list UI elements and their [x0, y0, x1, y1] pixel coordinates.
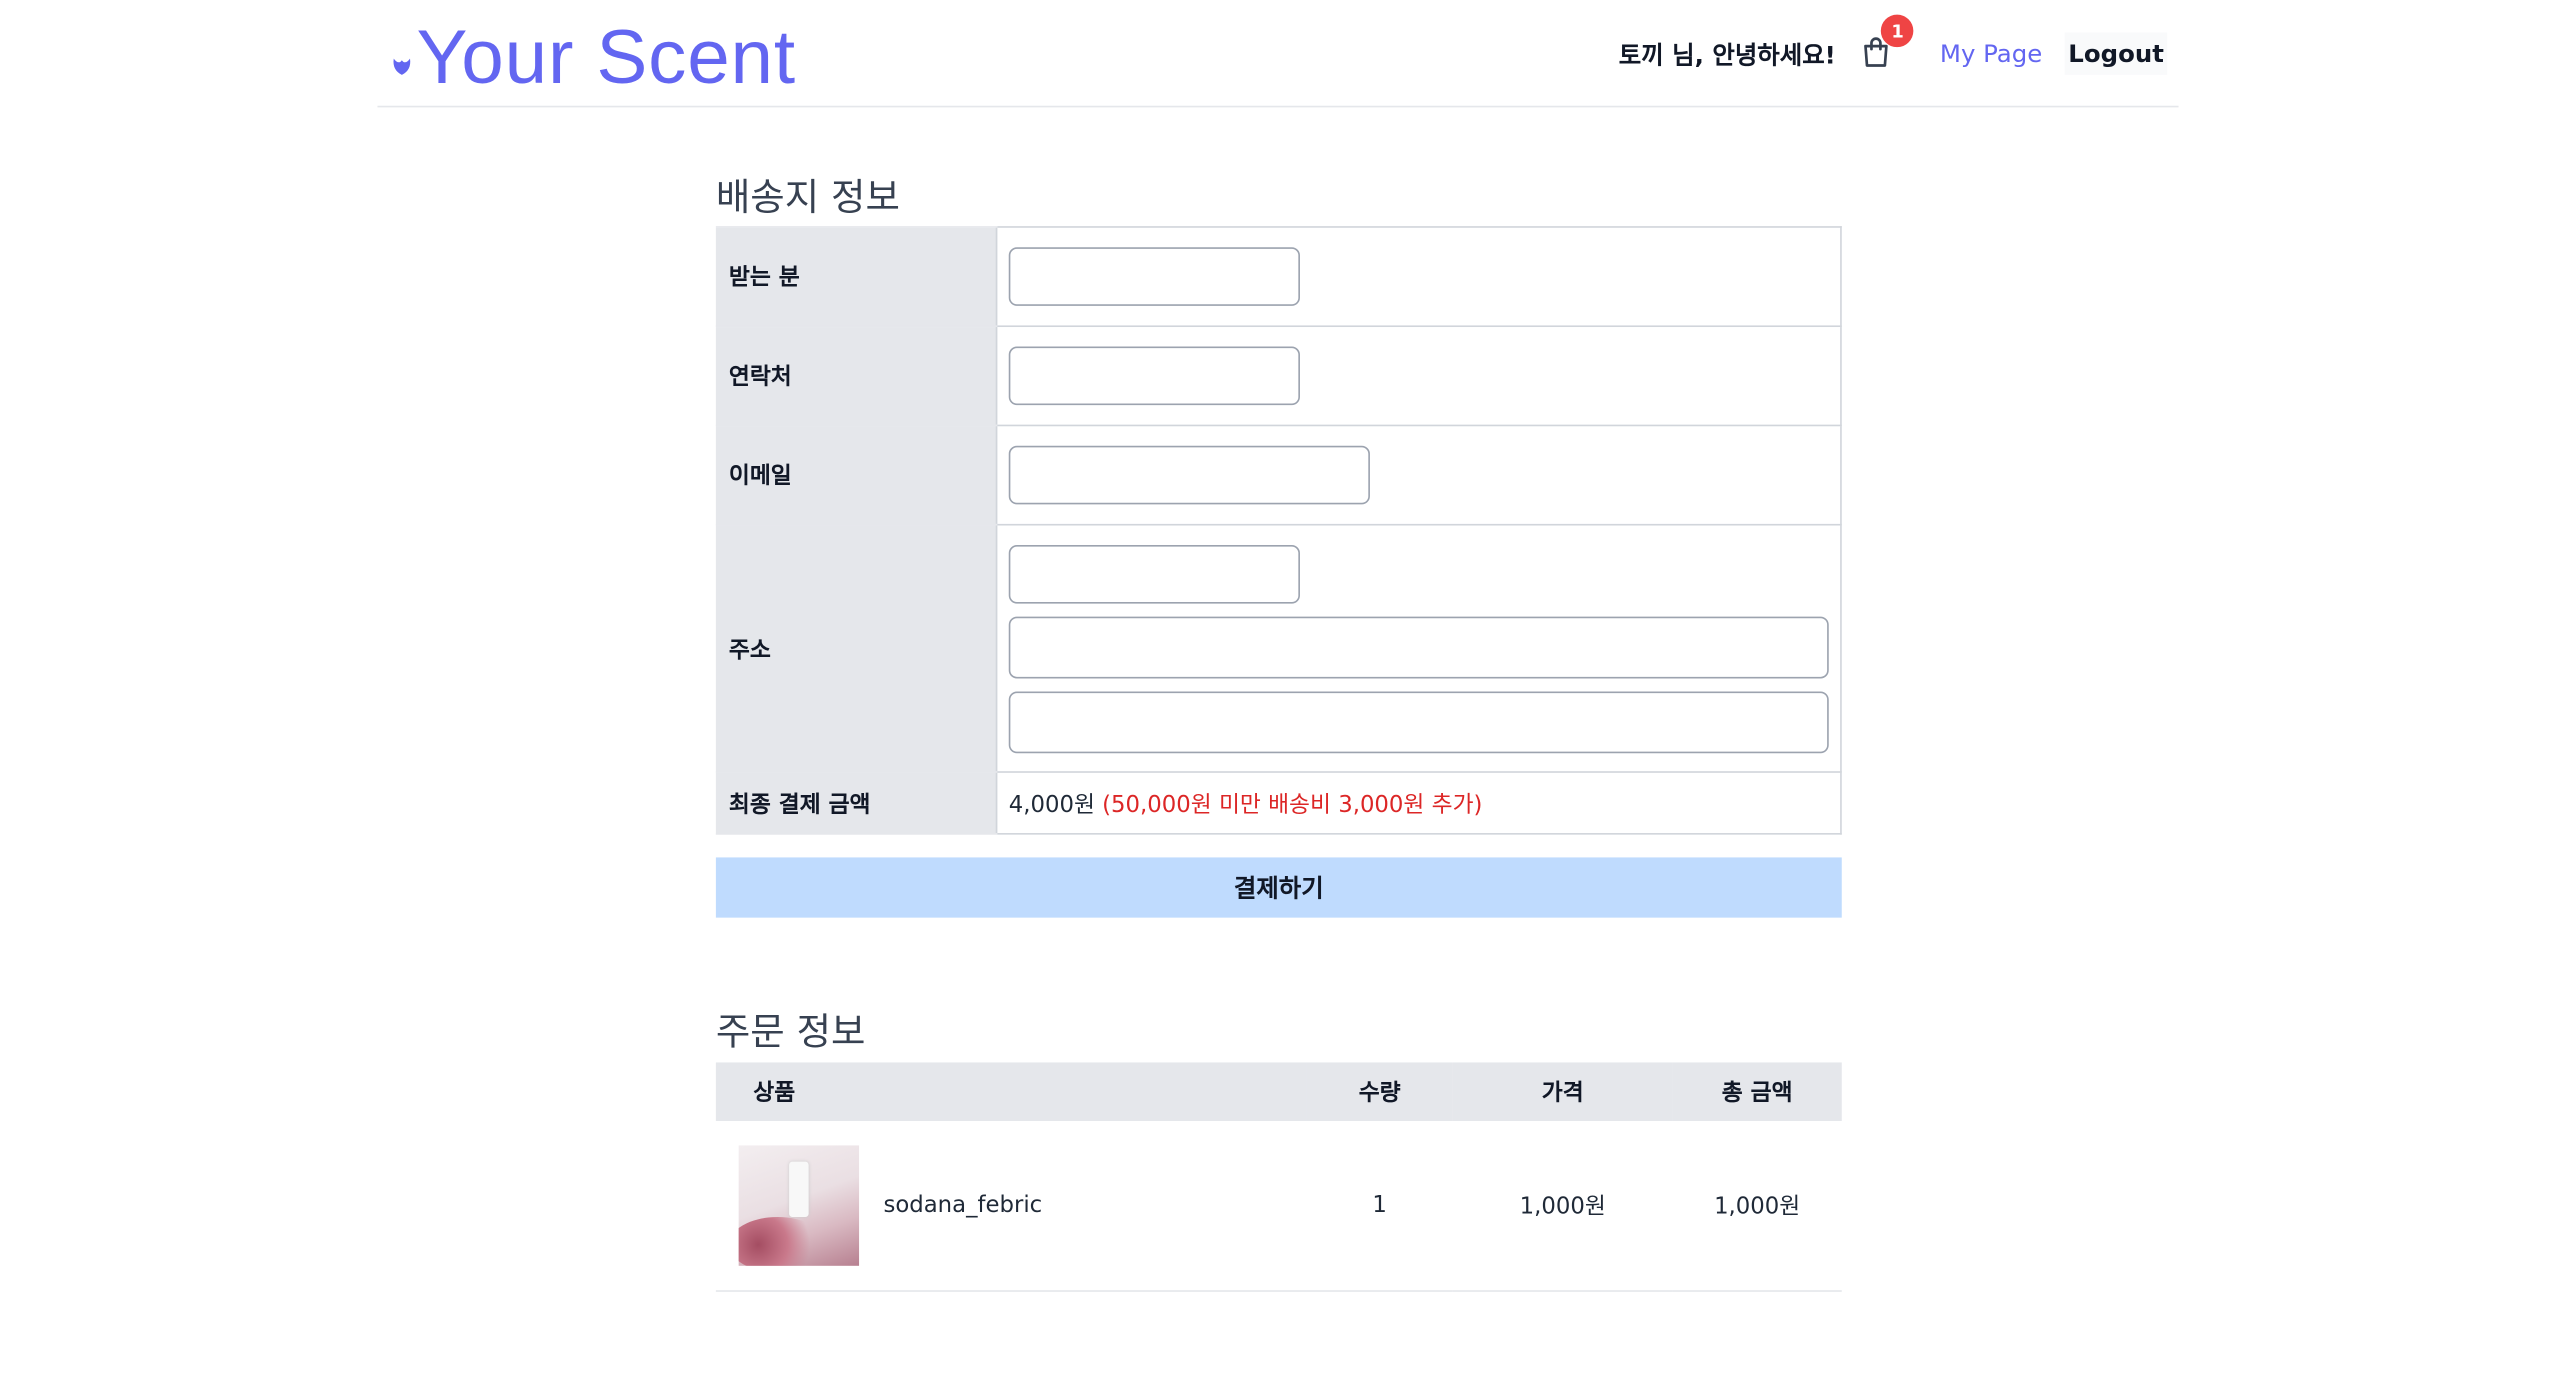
- recipient-label: 받는 분: [715, 226, 997, 328]
- item-price: 1,000원: [1452, 1121, 1673, 1292]
- col-quantity: 수량: [1306, 1062, 1453, 1122]
- address-detail-input[interactable]: [1008, 690, 1829, 753]
- address-input[interactable]: [1008, 615, 1829, 678]
- total-label: 최종 결제 금액: [715, 771, 997, 835]
- cart-count-badge: 1: [1881, 14, 1914, 48]
- col-product: 상품: [715, 1062, 1307, 1122]
- total-price: 4,000원: [1008, 791, 1095, 818]
- product-name: sodana_febric: [883, 1192, 1043, 1219]
- email-input[interactable]: [1008, 445, 1370, 505]
- phone-label: 연락처: [715, 325, 997, 427]
- phone-row: 연락처: [715, 325, 1842, 427]
- address-label: 주소: [715, 523, 997, 773]
- pay-button[interactable]: 결제하기: [715, 857, 1842, 918]
- site-header: Your Scent 토끼 님, 안녕하세요! 1 My Page Logout: [377, 0, 2179, 108]
- shipping-section-title: 배송지 정보: [715, 177, 900, 220]
- product-image[interactable]: [738, 1145, 860, 1266]
- brand-name: Your Scent: [416, 13, 796, 100]
- shipping-fee-note: (50,000원 미만 배송비 3,000원 추가): [1102, 791, 1483, 818]
- order-header-row: 상품 수량 가격 총 금액: [715, 1062, 1842, 1122]
- greeting-text: 토끼 님, 안녕하세요!: [1618, 39, 1836, 70]
- email-row: 이메일: [715, 424, 1842, 526]
- item-total: 1,000원: [1672, 1121, 1842, 1292]
- shipping-form-table: 받는 분 연락처 이메일 주소 최종 결제 금액 4,000원 (50,000원…: [715, 226, 1842, 835]
- tulip-logo-icon: [393, 58, 411, 75]
- recipient-row: 받는 분: [715, 226, 1842, 328]
- top-nav: 토끼 님, 안녕하세요! 1 My Page Logout: [1618, 14, 2168, 85]
- item-quantity: 1: [1306, 1121, 1453, 1292]
- address-row: 주소: [715, 523, 1842, 773]
- phone-input[interactable]: [1008, 346, 1300, 406]
- order-item-row: sodana_febric 1 1,000원 1,000원: [715, 1121, 1842, 1292]
- logo[interactable]: Your Scent: [390, 13, 795, 101]
- total-row: 최종 결제 금액 4,000원 (50,000원 미만 배송비 3,000원 추…: [715, 771, 1842, 835]
- col-price: 가격: [1452, 1062, 1673, 1122]
- email-label: 이메일: [715, 424, 997, 526]
- my-page-link[interactable]: My Page: [1940, 39, 2042, 68]
- recipient-input[interactable]: [1008, 247, 1300, 306]
- order-table: 상품 수량 가격 총 금액 sodana_febric 1 1,000원 1,0…: [715, 1062, 1842, 1292]
- order-section-title: 주문 정보: [715, 1011, 866, 1055]
- logout-button[interactable]: Logout: [2065, 32, 2168, 75]
- cart-button[interactable]: 1: [1859, 14, 1914, 73]
- col-total: 총 금액: [1672, 1062, 1842, 1122]
- postcode-input[interactable]: [1008, 544, 1300, 603]
